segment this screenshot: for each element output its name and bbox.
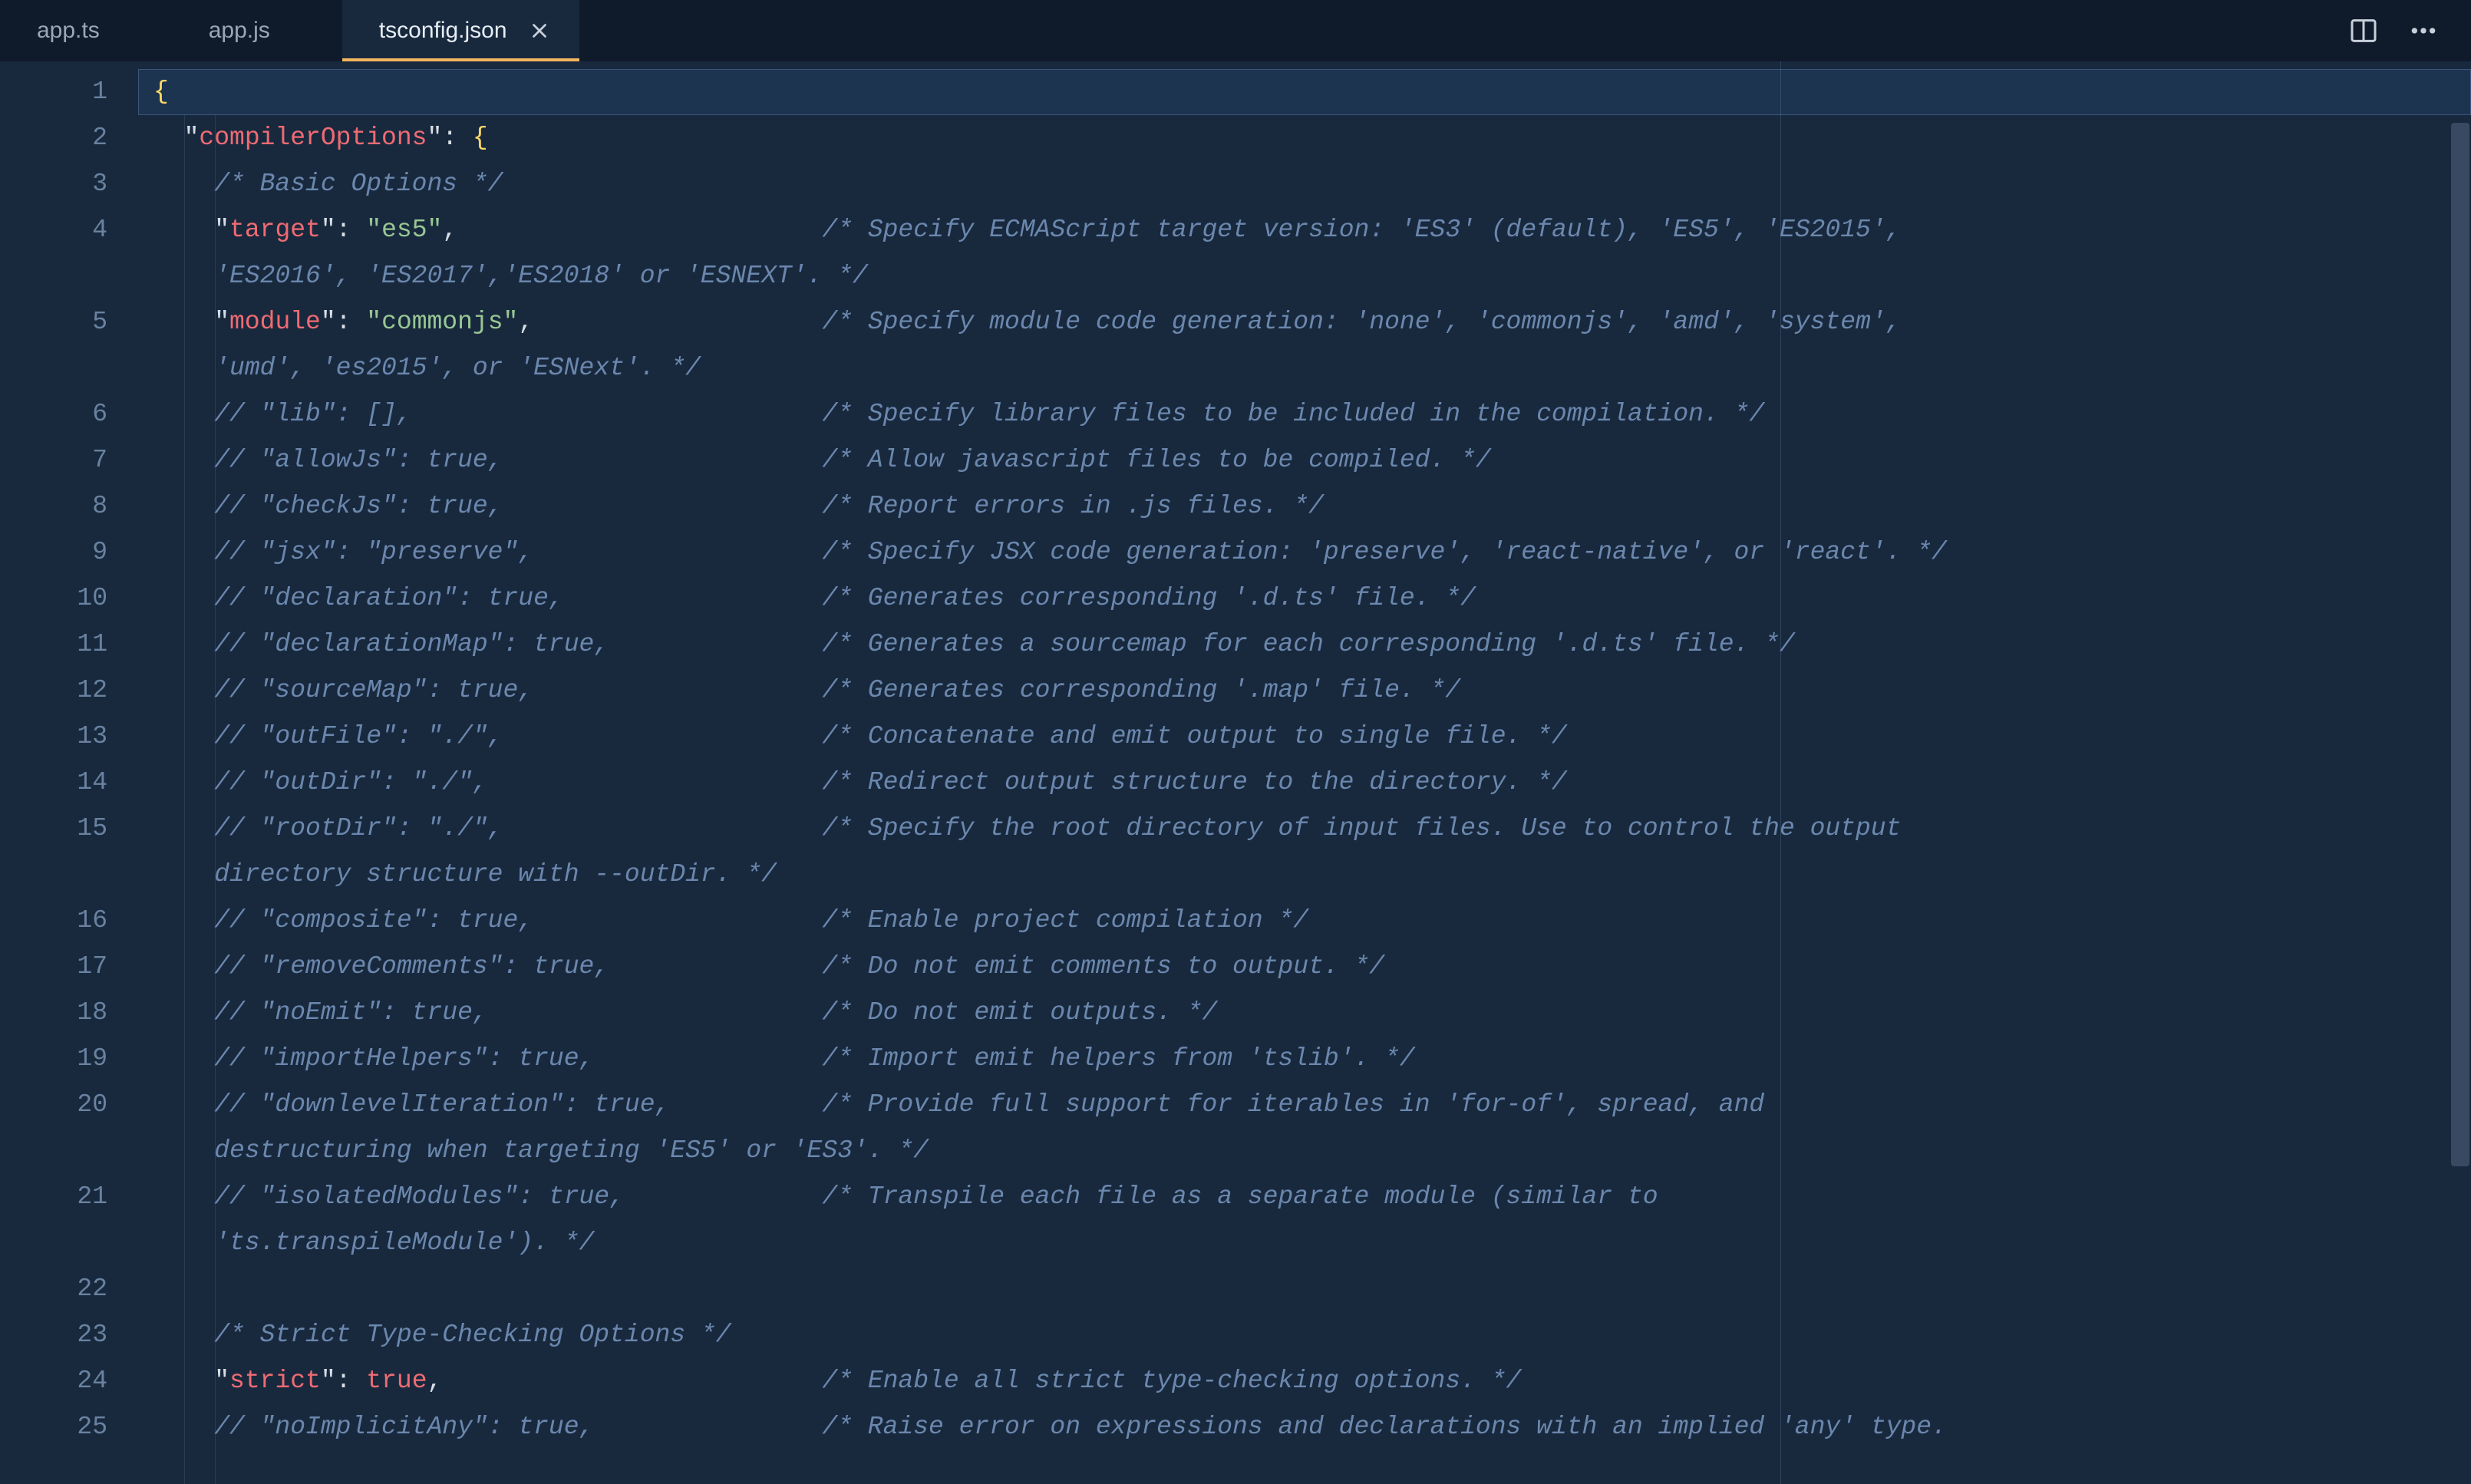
line-number: 19 (0, 1036, 138, 1082)
split-editor-icon[interactable] (2347, 14, 2380, 48)
code-comment: /* Raise error on expressions and declar… (822, 1413, 1961, 1441)
tab-label: tsconfig.json (379, 18, 507, 44)
line-number: 11 (0, 622, 138, 668)
tab-actions (2347, 0, 2471, 61)
code-line[interactable]: // "noEmit": true, /* Do not emit output… (138, 990, 2471, 1036)
line-number: 17 (0, 944, 138, 990)
code-comment: /* Generates a sourcemap for each corres… (822, 630, 1794, 658)
code-line[interactable]: 'ES2016', 'ES2017','ES2018' or 'ESNEXT'.… (138, 253, 2471, 299)
line-number: 15 (0, 806, 138, 852)
line-number: 6 (0, 391, 138, 437)
code-line[interactable]: // "sourceMap": true, /* Generates corre… (138, 668, 2471, 714)
code-line[interactable]: /* Basic Options */ (138, 161, 2471, 207)
line-number: 18 (0, 990, 138, 1036)
tab-app-js[interactable]: app.js (172, 0, 342, 61)
code-comment: /* Specify ECMAScript target version: 'E… (822, 216, 1916, 244)
editor[interactable]: 1234567891011121314151617181920212223242… (0, 61, 2471, 1484)
line-number: 9 (0, 529, 138, 575)
code-comment: /* Concatenate and emit output to single… (822, 722, 1566, 750)
line-number: 3 (0, 161, 138, 207)
line-number (0, 852, 138, 898)
tab-label: app.js (209, 18, 270, 44)
line-number: 8 (0, 483, 138, 529)
code-comment: /* Specify JSX code generation: 'preserv… (822, 538, 1946, 566)
code-line[interactable]: // "checkJs": true, /* Report errors in … (138, 483, 2471, 529)
code-comment: /* Report errors in .js files. */ (822, 492, 1324, 520)
line-number (0, 253, 138, 299)
code-line[interactable]: destructuring when targeting 'ES5' or 'E… (138, 1128, 2471, 1174)
code-comment: /* Enable project compilation */ (822, 906, 1308, 935)
code-line[interactable]: "strict": true, /* Enable all strict typ… (138, 1358, 2471, 1404)
line-number: 20 (0, 1082, 138, 1128)
line-number: 14 (0, 760, 138, 806)
line-number: 25 (0, 1404, 138, 1450)
code-comment: /* Specify module code generation: 'none… (822, 308, 1916, 336)
line-number: 7 (0, 437, 138, 483)
code-comment: /* Do not emit comments to output. */ (822, 952, 1384, 981)
code-line[interactable]: // "rootDir": "./", /* Specify the root … (138, 806, 2471, 852)
more-icon[interactable] (2407, 14, 2440, 48)
code-comment: /* Redirect output structure to the dire… (822, 768, 1566, 796)
gutter: 1234567891011121314151617181920212223242… (0, 61, 138, 1484)
line-number: 23 (0, 1312, 138, 1358)
line-number: 2 (0, 115, 138, 161)
code-line[interactable]: // "noImplicitAny": true, /* Raise error… (138, 1404, 2471, 1450)
code-line[interactable]: // "downlevelIteration": true, /* Provid… (138, 1082, 2471, 1128)
line-number (0, 345, 138, 391)
code-line[interactable]: // "importHelpers": true, /* Import emit… (138, 1036, 2471, 1082)
close-icon[interactable] (529, 20, 550, 41)
code-comment: /* Enable all strict type-checking optio… (822, 1367, 1521, 1395)
code-line[interactable]: "module": "commonjs", /* Specify module … (138, 299, 2471, 345)
code-comment: /* Specify the root directory of input f… (822, 814, 1916, 843)
code-comment: /* Do not emit outputs. */ (822, 998, 1217, 1027)
line-number: 21 (0, 1174, 138, 1220)
line-number: 10 (0, 575, 138, 622)
code-line[interactable]: "target": "es5", /* Specify ECMAScript t… (138, 207, 2471, 253)
code-line[interactable]: // "declaration": true, /* Generates cor… (138, 575, 2471, 622)
tab-close-placeholder (121, 20, 143, 41)
line-number: 22 (0, 1266, 138, 1312)
code-comment: /* Import emit helpers from 'tslib'. */ (822, 1044, 1414, 1073)
code-line[interactable]: { (138, 69, 2471, 115)
code-line[interactable]: // "declarationMap": true, /* Generates … (138, 622, 2471, 668)
code-line[interactable]: "compilerOptions": { (138, 115, 2471, 161)
code-line[interactable]: 'umd', 'es2015', or 'ESNext'. */ (138, 345, 2471, 391)
code-comment: /* Generates corresponding '.map' file. … (822, 676, 1460, 704)
code-line[interactable]: directory structure with --outDir. */ (138, 852, 2471, 898)
code-line[interactable]: // "lib": [], /* Specify library files t… (138, 391, 2471, 437)
tab-app-ts[interactable]: app.ts (0, 0, 172, 61)
tab-bar: app.ts app.js tsconfig.json (0, 0, 2471, 61)
code-comment: /* Generates corresponding '.d.ts' file.… (822, 584, 1476, 612)
tabbar-spacer (579, 0, 2347, 61)
code-comment: /* Transpile each file as a separate mod… (822, 1182, 1673, 1211)
line-number: 12 (0, 668, 138, 714)
line-number: 24 (0, 1358, 138, 1404)
code-line[interactable]: // "removeComments": true, /* Do not emi… (138, 944, 2471, 990)
line-number: 16 (0, 898, 138, 944)
line-number (0, 1128, 138, 1174)
code-line[interactable]: /* Strict Type-Checking Options */ (138, 1312, 2471, 1358)
line-number: 5 (0, 299, 138, 345)
scrollbar-thumb[interactable] (2451, 123, 2469, 1166)
line-number: 1 (0, 69, 138, 115)
code-line[interactable]: // "outDir": "./", /* Redirect output st… (138, 760, 2471, 806)
code-line[interactable] (138, 1266, 2471, 1312)
code-line[interactable]: // "outFile": "./", /* Concatenate and e… (138, 714, 2471, 760)
line-number: 13 (0, 714, 138, 760)
code-line[interactable]: // "jsx": "preserve", /* Specify JSX cod… (138, 529, 2471, 575)
tab-label: app.ts (37, 18, 100, 44)
code-comment: /* Allow javascript files to be compiled… (822, 446, 1490, 474)
line-number: 4 (0, 207, 138, 253)
code-line[interactable]: // "isolatedModules": true, /* Transpile… (138, 1174, 2471, 1220)
code-line[interactable]: 'ts.transpileModule'). */ (138, 1220, 2471, 1266)
tab-close-placeholder (292, 20, 313, 41)
code-line[interactable]: // "allowJs": true, /* Allow javascript … (138, 437, 2471, 483)
code-comment: /* Provide full support for iterables in… (822, 1090, 1780, 1119)
code-comment: /* Specify library files to be included … (822, 400, 1764, 428)
code-area[interactable]: { "compilerOptions": { /* Basic Options … (138, 61, 2471, 1484)
code-line[interactable]: // "composite": true, /* Enable project … (138, 898, 2471, 944)
line-number (0, 1220, 138, 1266)
tab-tsconfig-json[interactable]: tsconfig.json (342, 0, 579, 61)
